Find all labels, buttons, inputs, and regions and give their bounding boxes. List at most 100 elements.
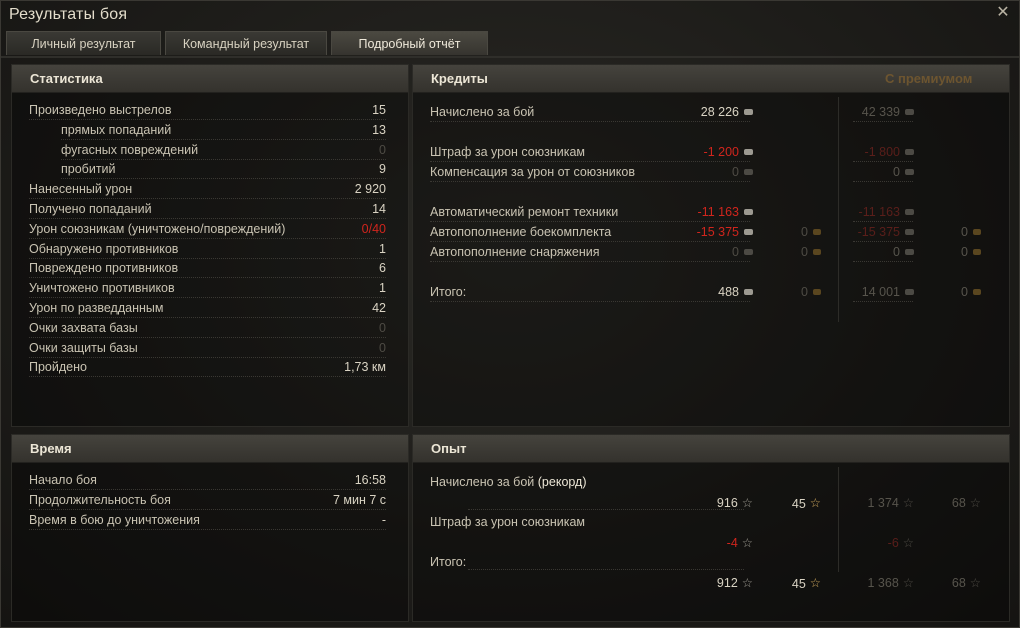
stat-row: Обнаружено противников 1 bbox=[29, 242, 386, 262]
stat-dotted-line bbox=[29, 257, 386, 259]
stat-label: прямых попаданий bbox=[61, 122, 172, 137]
exp-star-icon: ☆ bbox=[741, 576, 753, 590]
gold-amount: 0 bbox=[801, 225, 808, 239]
credit-amount: 0 bbox=[732, 245, 739, 259]
credit-label: Штраф за урон союзникам bbox=[430, 145, 586, 159]
statistics-panel: Статистика Произведено выстрелов 15 прямых… bbox=[11, 64, 409, 427]
window-title: Результаты боя bbox=[9, 6, 128, 23]
stat-value: 0 bbox=[379, 142, 386, 157]
stat-label: Нанесенный урон bbox=[29, 182, 133, 197]
premium-free-exp-earned-value: 68 bbox=[951, 496, 966, 510]
stat-label: Урон по разведданным bbox=[29, 301, 164, 315]
battle-results-window: Результаты боя ✕ Личный результат Команд… bbox=[0, 0, 1020, 628]
time-value: 7 мин 7 с bbox=[332, 493, 386, 507]
tab-detailed[interactable]: Подробный отчёт bbox=[331, 31, 488, 55]
gold-icon bbox=[973, 229, 981, 235]
stat-label: Повреждено противников bbox=[29, 261, 179, 276]
premium-credit-value: 0 bbox=[893, 245, 914, 259]
exp-earned-label: Начислено за бой bbox=[430, 475, 535, 489]
stat-label: Очки захвата базы bbox=[29, 320, 138, 335]
credit-label: Компенсация за урон от союзников bbox=[430, 165, 635, 179]
exp-star-icon: ☆ bbox=[741, 536, 753, 550]
credit-row: Автопополнение снаряжения 0 0 0 0 bbox=[413, 245, 1011, 265]
stat-value: 0 bbox=[379, 340, 386, 355]
premium-exp-total-value: 1 368 bbox=[867, 576, 899, 590]
credit-label: Начислено за бой bbox=[430, 105, 535, 119]
stat-dotted-line bbox=[29, 317, 386, 318]
credit-icon bbox=[905, 109, 914, 115]
title-bar[interactable]: Результаты боя ✕ bbox=[1, 1, 1019, 29]
stat-dotted-line bbox=[61, 178, 386, 180]
credit-icon bbox=[744, 249, 753, 255]
premium-credit-amount: 0 bbox=[893, 245, 900, 259]
premium-credit-value: 42 339 bbox=[862, 105, 914, 119]
stat-label: фугасных повреждений bbox=[61, 142, 199, 157]
credits-header: Кредиты С премиумом bbox=[413, 65, 1009, 93]
premium-gold-value: 0 bbox=[961, 285, 981, 299]
stat-dotted-line bbox=[61, 158, 386, 160]
premium-label: С премиумом bbox=[885, 71, 973, 86]
credit-amount: -1 200 bbox=[703, 145, 739, 159]
exp-total-label: Итого: bbox=[430, 555, 467, 569]
time-row: Начало боя 16:58 bbox=[29, 473, 386, 493]
time-dotted-line bbox=[29, 509, 386, 510]
free-exp-star-icon: ☆ bbox=[809, 496, 821, 510]
time-row: Время в бою до уничтожения - bbox=[29, 513, 386, 533]
credit-value: -1 200 bbox=[704, 145, 753, 159]
tab-team[interactable]: Командный результат bbox=[165, 31, 327, 55]
time-label: Начало боя bbox=[29, 473, 97, 487]
premium-credit-amount: -1 800 bbox=[864, 145, 900, 159]
premium-credit-value: 0 bbox=[893, 165, 914, 179]
time-dotted-line bbox=[29, 489, 386, 490]
stat-value: 2 920 bbox=[354, 182, 386, 197]
stat-row: Урон по разведданным 42 bbox=[29, 301, 386, 321]
premium-exp-earned-value: 1 374 bbox=[867, 496, 899, 510]
premium-gold-amount: 0 bbox=[961, 225, 968, 239]
stat-dotted-line bbox=[29, 218, 386, 219]
credit-label: Автопополнение снаряжения bbox=[430, 245, 600, 259]
time-value: - bbox=[381, 513, 386, 527]
exp-penalty-label: Штраф за урон союзникам bbox=[430, 515, 586, 529]
stat-row: фугасных повреждений 0 bbox=[61, 143, 386, 163]
stat-dotted-line bbox=[29, 336, 386, 338]
credit-row: Начислено за бой 28 226 42 339 bbox=[413, 105, 1011, 125]
stat-value: 0/40 bbox=[361, 221, 386, 236]
stat-row: Получено попаданий 14 bbox=[29, 202, 386, 222]
stat-row: Очки защиты базы 0 bbox=[29, 341, 386, 361]
premium-credit-amount: 42 339 bbox=[861, 105, 900, 119]
premium-credit-value: 14 001 bbox=[862, 285, 914, 299]
premium-dotted-line bbox=[853, 221, 913, 222]
close-icon[interactable]: ✕ bbox=[995, 5, 1011, 21]
credit-value: -11 163 bbox=[698, 205, 753, 219]
stat-label: Обнаружено противников bbox=[29, 241, 179, 256]
premium-dotted-line bbox=[853, 161, 913, 162]
exp-total-values: 912 ☆ 45 ☆ 1 368 ☆ 68 ☆ bbox=[413, 575, 1011, 595]
credit-row: Автопополнение боекомплекта -15 375 0 -15 3… bbox=[413, 225, 1011, 245]
credit-icon bbox=[744, 289, 753, 295]
experience-title: Опыт bbox=[431, 441, 467, 456]
stat-row: пробитий 9 bbox=[61, 162, 386, 182]
statistics-header: Статистика bbox=[12, 65, 408, 93]
premium-free-exp-total-value: 68 bbox=[951, 576, 966, 590]
gold-value: 0 bbox=[801, 245, 821, 259]
stat-dotted-line bbox=[61, 138, 386, 140]
time-header: Время bbox=[12, 435, 408, 463]
credit-icon bbox=[744, 149, 753, 155]
credits-title: Кредиты bbox=[431, 71, 488, 86]
exp-earned-value: 916 bbox=[716, 496, 738, 510]
premium-dotted-line bbox=[853, 261, 913, 262]
tab-personal[interactable]: Личный результат bbox=[6, 31, 161, 55]
credit-icon bbox=[744, 209, 753, 215]
credit-dotted-line bbox=[430, 161, 750, 162]
stat-value: 0 bbox=[379, 320, 386, 335]
premium-dotted-line bbox=[853, 301, 913, 302]
stat-row: Пройдено 1,73 км bbox=[29, 360, 386, 380]
stat-dotted-line bbox=[29, 376, 386, 378]
gold-amount: 0 bbox=[801, 285, 808, 299]
stat-dotted-line bbox=[29, 198, 386, 200]
free-exp-total-value: 45 bbox=[791, 577, 806, 591]
credit-dotted-line bbox=[430, 121, 750, 122]
exp-penalty-value: -4 bbox=[726, 536, 738, 550]
time-label: Время в бою до уничтожения bbox=[29, 513, 200, 527]
free-exp-star-icon: ☆ bbox=[969, 576, 981, 590]
